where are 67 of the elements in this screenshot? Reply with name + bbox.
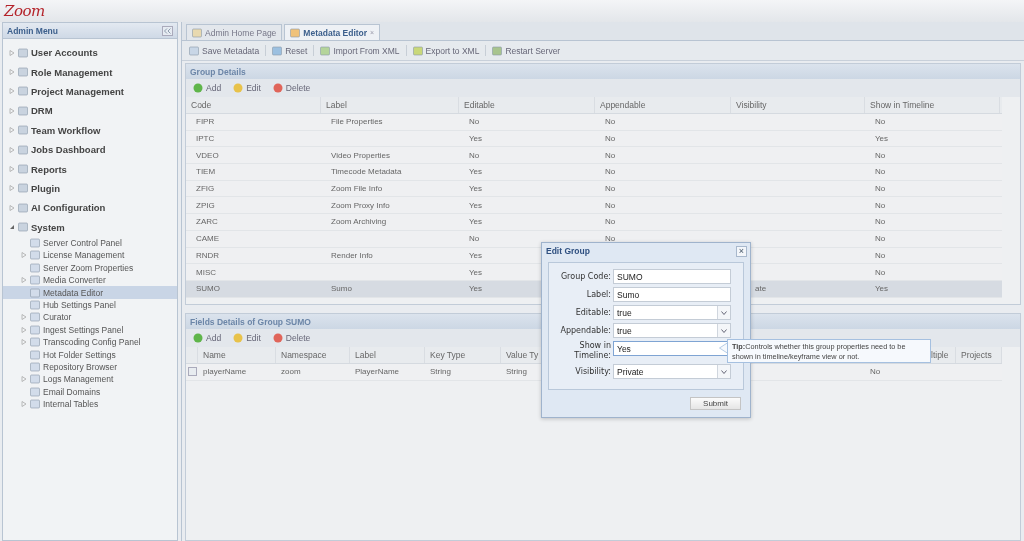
table-cell: No	[469, 234, 480, 244]
table-cell: ate	[755, 284, 767, 294]
table-cell: zoom	[281, 367, 301, 377]
table-cell: No	[605, 134, 616, 144]
table-cell: Yes	[469, 134, 483, 144]
field-label: Appendable:	[559, 325, 611, 336]
table-cell: MISC	[196, 267, 216, 277]
table-cell: Yes	[469, 184, 483, 194]
table-cell: No	[875, 250, 886, 260]
field-label: Editable:	[574, 307, 611, 318]
table-cell: Yes	[875, 284, 889, 294]
table-cell: No	[469, 150, 480, 160]
table-cell: SUMO	[196, 284, 220, 294]
field-label: Label:	[585, 289, 611, 300]
table-cell: No	[469, 117, 480, 127]
table-cell: Sumo	[331, 284, 352, 294]
table-cell: ZPIG	[196, 200, 215, 210]
table-cell: Yes	[875, 134, 889, 144]
table-cell: IPTC	[196, 134, 215, 144]
table-cell: playerName	[203, 367, 247, 377]
table-cell: No	[875, 200, 886, 210]
table-cell: No	[605, 117, 616, 127]
table-cell: Render Info	[331, 250, 373, 260]
table-cell: PlayerName	[355, 367, 399, 377]
table-cell: Yes	[469, 217, 483, 227]
panel-title: Group Details	[190, 66, 246, 77]
table-cell: No	[870, 367, 881, 377]
table-cell: FIPR	[196, 117, 215, 127]
table-cell: RNDR	[196, 250, 220, 260]
dialog-title: Edit Group	[546, 246, 590, 256]
panel-title: Fields Details of Group SUMO	[190, 316, 311, 327]
table-cell: String	[506, 367, 527, 377]
field-label: Visibility:	[574, 366, 611, 377]
table-cell: No	[875, 267, 886, 277]
table-cell: TIEM	[196, 167, 216, 177]
table-cell: ZARC	[196, 217, 218, 227]
table-cell: Yes	[469, 167, 483, 177]
app-logo: Zoom	[4, 2, 45, 20]
table-cell: No	[875, 184, 886, 194]
table-cell: No	[875, 234, 886, 244]
table-cell: String	[430, 367, 451, 377]
table-cell: No	[605, 200, 616, 210]
table-cell: No	[875, 117, 886, 127]
table-cell: No	[875, 167, 886, 177]
table-cell: ZFIG	[196, 184, 215, 194]
table-cell: CAME	[196, 234, 220, 244]
table-cell: Zoom Archiving	[331, 217, 387, 227]
table-cell: Yes	[469, 250, 483, 260]
table-cell: VDEO	[196, 150, 219, 160]
table-cell: Yes	[469, 284, 483, 294]
field-label: Group Code:	[559, 271, 611, 282]
table-cell: Video Properties	[331, 150, 390, 160]
table-cell: No	[875, 217, 886, 227]
table-cell: No	[605, 167, 616, 177]
table-cell: Yes	[469, 267, 483, 277]
table-cell: Zoom Proxy Info	[331, 200, 390, 210]
table-cell: Zoom File Info	[331, 184, 383, 194]
table-cell: No	[605, 150, 616, 160]
table-cell: File Properties	[331, 117, 383, 127]
table-cell: No	[605, 234, 616, 244]
table-cell: Timecode Metadata	[331, 167, 402, 177]
table-cell: No	[605, 184, 616, 194]
table-cell: Yes	[469, 200, 483, 210]
table-cell: No	[875, 150, 886, 160]
field-label: Show in Timeline:	[573, 341, 611, 361]
table-cell: No	[605, 217, 616, 227]
panel-title: Admin Menu	[7, 25, 58, 36]
